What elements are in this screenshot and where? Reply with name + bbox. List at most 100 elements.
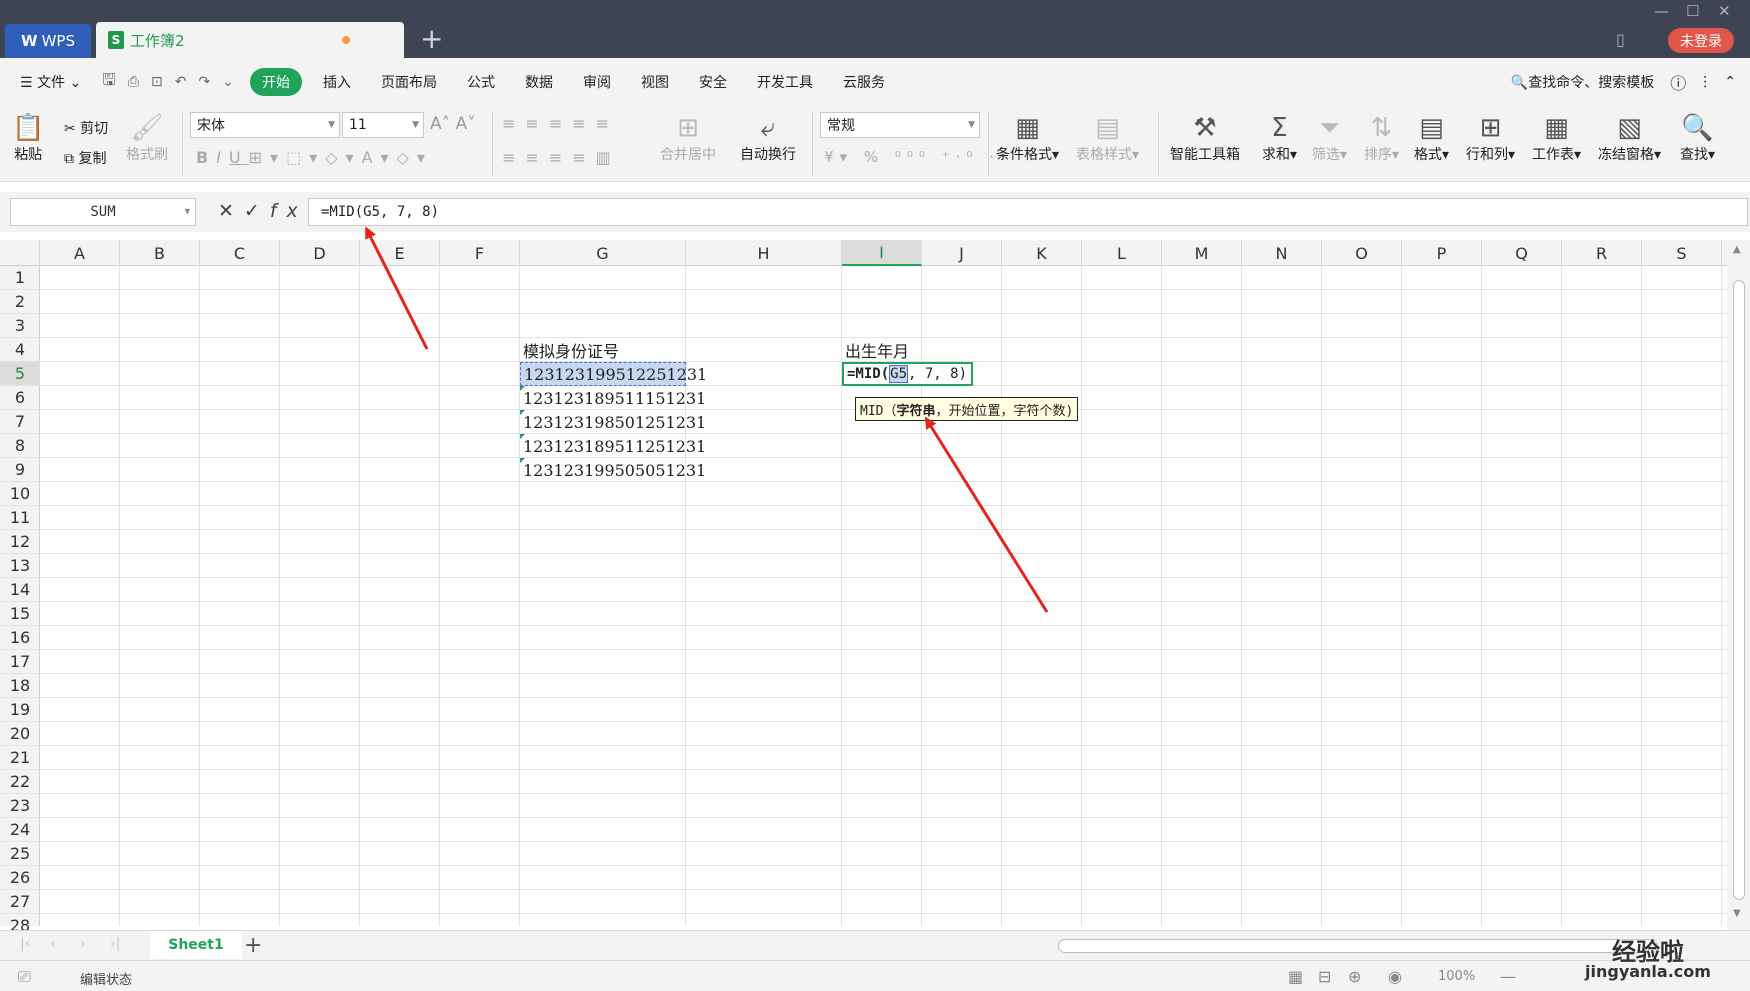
macro-record-icon[interactable]: ⎚ [18,967,31,987]
column-header-g[interactable]: G [520,240,686,266]
row-header-20[interactable]: 20 [0,722,40,746]
row-header-4[interactable]: 4 [0,338,40,362]
font-size-select[interactable]: 11 ▼ [342,112,424,138]
cut-button[interactable]: ✂ 剪切 [64,118,108,138]
column-header-c[interactable]: C [200,240,280,266]
row-header-2[interactable]: 2 [0,290,40,314]
next-sheet-icon[interactable]: › [80,936,86,952]
copy-button[interactable]: ⧉ 复制 [64,148,106,168]
table-style-button[interactable]: ▤ 表格样式▾ [1076,112,1139,164]
row-header-21[interactable]: 21 [0,746,40,770]
eye-protection-icon[interactable]: ◉ [1388,967,1402,986]
scroll-down-icon[interactable]: ▼ [1733,908,1741,919]
row-header-24[interactable]: 24 [0,818,40,842]
format-painter-button[interactable]: 🖌 格式刷 [126,112,168,164]
tab-wps-home[interactable]: W WPS [5,24,91,58]
menu-item-developer[interactable]: 开发工具 [742,72,828,92]
column-header-i[interactable]: I [842,240,922,266]
column-header-l[interactable]: L [1082,240,1162,266]
cell-g4[interactable]: 模拟身份证号 [520,338,619,362]
menu-file[interactable]: ☰ 文件 ⌄ [0,72,96,92]
number-style-buttons[interactable]: ¥▾ % ⁰⁰⁰ ⁺·⁰ ·⁰ [824,148,1012,166]
row-header-10[interactable]: 10 [0,482,40,506]
row-header-1[interactable]: 1 [0,266,40,290]
row-header-8[interactable]: 8 [0,434,40,458]
column-header-o[interactable]: O [1322,240,1402,266]
menu-item-data[interactable]: 数据 [510,72,568,92]
column-header-h[interactable]: H [686,240,842,266]
sum-button[interactable]: Σ 求和▾ [1262,112,1297,164]
cell-g6[interactable]: 123123189511151231 [520,386,706,410]
row-header-6[interactable]: 6 [0,386,40,410]
menu-item-formulas[interactable]: 公式 [452,72,510,92]
row-header-19[interactable]: 19 [0,698,40,722]
row-header-16[interactable]: 16 [0,626,40,650]
help-icon[interactable]: ⓘ [1664,70,1692,94]
zoom-level[interactable]: 100% [1438,969,1475,984]
print-preview-icon[interactable]: ⊡ [145,74,169,90]
collapse-ribbon-icon[interactable]: ⌃ [1718,74,1750,90]
command-search[interactable]: 🔍查找命令、搜索模板 [1496,72,1664,92]
underline-icon[interactable]: U [229,148,249,167]
cancel-icon[interactable]: ✕ [218,200,244,222]
row-header-25[interactable]: 25 [0,842,40,866]
increase-font-icon[interactable]: A˄ A˅ [430,114,476,134]
align-top-buttons[interactable]: ≡≡≡≡≡ [502,114,619,133]
print-icon[interactable]: ⎙ [122,74,145,90]
font-name-select[interactable]: 宋体 ▼ [190,112,340,138]
align-horizontal-buttons[interactable]: ≡≡≡≡▥ [502,148,621,167]
smart-toolbox-button[interactable]: ⚒ 智能工具箱 [1170,112,1240,164]
window-layout-icon[interactable]: ▯ [1616,30,1625,49]
column-header-q[interactable]: Q [1482,240,1562,266]
name-box[interactable]: SUM ▼ [10,198,196,226]
horizontal-scrollbar[interactable] [1058,939,1658,953]
menu-item-view[interactable]: 视图 [626,72,684,92]
add-sheet-button[interactable]: + [244,933,262,958]
cell-g8[interactable]: 123123189511251231 [520,434,706,458]
row-header-26[interactable]: 26 [0,866,40,890]
vertical-scrollbar[interactable]: ▲ ▼ [1727,240,1750,930]
row-header-13[interactable]: 13 [0,554,40,578]
menu-item-cloud[interactable]: 云服务 [828,72,900,92]
cell-g9[interactable]: 123123199505051231 [520,458,706,482]
menu-item-page-layout[interactable]: 页面布局 [366,72,452,92]
column-header-n[interactable]: N [1242,240,1322,266]
wrap-text-button[interactable]: ⤶ 自动换行 [740,112,796,164]
tab-workbook[interactable]: S 工作簿2 [96,22,404,58]
page-layout-view-icon[interactable]: ⊕ [1348,967,1361,986]
column-header-e[interactable]: E [360,240,440,266]
menu-item-insert[interactable]: 插入 [308,72,366,92]
cell-i4[interactable]: 出生年月 [842,338,909,362]
column-header-b[interactable]: B [120,240,200,266]
select-all-corner[interactable] [0,240,40,266]
row-header-3[interactable]: 3 [0,314,40,338]
menu-item-review[interactable]: 审阅 [568,72,626,92]
font-style-buttons[interactable]: BIU⊞▾⬚▾◇▾A▾◇▾ [196,148,433,167]
row-header-18[interactable]: 18 [0,674,40,698]
merge-center-button[interactable]: ⊞ 合并居中 [660,112,716,164]
normal-view-icon[interactable]: ▦ [1288,967,1303,986]
login-button[interactable]: 未登录 [1668,28,1734,53]
confirm-icon[interactable]: ✓ [244,200,270,222]
row-header-27[interactable]: 27 [0,890,40,914]
column-header-s[interactable]: S [1642,240,1722,266]
undo-icon[interactable]: ↶ [169,74,193,90]
quick-access-more-icon[interactable]: ⌄ [216,74,244,90]
column-header-p[interactable]: P [1402,240,1482,266]
row-header-12[interactable]: 12 [0,530,40,554]
spreadsheet-grid[interactable]: ABCDEFGHIJKLMNOPQRS 1 2 3 4 5 6 7 8 9 10 11 12 13 14 1… [0,240,1750,930]
save-icon[interactable]: 🖫 [96,69,122,96]
row-header-22[interactable]: 22 [0,770,40,794]
cell-g5[interactable]: 123123199512251231 [520,362,707,386]
number-format-select[interactable]: 常规 ▼ [820,112,980,138]
column-header-r[interactable]: R [1562,240,1642,266]
sheet-tab-sheet1[interactable]: Sheet1 [150,931,242,959]
scroll-up-icon[interactable]: ▲ [1733,244,1741,255]
row-header-15[interactable]: 15 [0,602,40,626]
cell-g7[interactable]: 123123198501251231 [520,410,706,434]
row-header-9[interactable]: 9 [0,458,40,482]
new-tab-button[interactable]: + [420,22,443,56]
row-header-14[interactable]: 14 [0,578,40,602]
last-sheet-icon[interactable]: ›| [110,936,120,952]
column-header-a[interactable]: A [40,240,120,266]
